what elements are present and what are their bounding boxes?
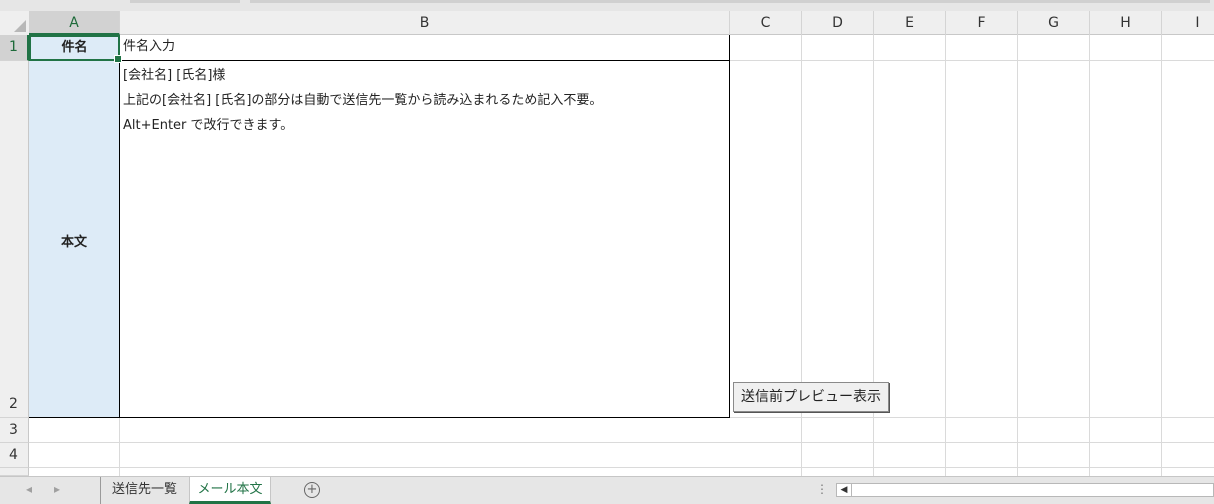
gridline [1017,35,1018,476]
sheet-tab-bar: ◂ ▸ 送信先一覧 メール本文 + ⋮ ◀ [0,476,1214,504]
column-header-h[interactable]: H [1090,11,1162,35]
scroll-tabs-right-icon[interactable]: ▸ [54,482,60,496]
sheet-tab-mail-body[interactable]: メール本文 [189,477,271,504]
scroll-tabs-left-icon[interactable]: ◂ [26,482,32,496]
column-header-d[interactable]: D [802,11,874,35]
cell-a2-body-label[interactable]: 本文 [29,61,120,418]
body-line: Alt+Enter で改行できます。 [123,118,294,133]
row-header-5[interactable] [0,468,29,476]
gridline [1089,35,1090,476]
gridline [730,417,1214,418]
gridline [1161,35,1162,476]
cell-a2-text: 本文 [60,235,87,250]
add-sheet-icon[interactable]: + [304,482,320,498]
column-header-f[interactable]: F [946,11,1018,35]
column-header-g[interactable]: G [1018,11,1090,35]
column-header-a[interactable]: A [29,11,120,35]
select-all-corner[interactable] [0,11,30,35]
column-header-b[interactable]: B [120,11,730,35]
row-header-3[interactable]: 3 [0,418,29,443]
gridline [29,442,1214,443]
horizontal-scrollbar[interactable]: ◀ [836,483,1214,497]
column-header-i[interactable]: I [1162,11,1214,35]
column-header-bar: A B C D E F G H I [0,11,1214,35]
scroll-left-icon[interactable]: ◀ [837,484,852,496]
row-header-1[interactable]: 1 [0,35,29,61]
splitter-handle-icon[interactable]: ⋮ [816,482,828,496]
column-header-e[interactable]: E [874,11,946,35]
gridline [29,467,1214,468]
body-line: 上記の[会社名] [氏名]の部分は自動で送信先一覧から読み込まれるため記入不要。 [123,93,603,108]
gridline [730,60,1214,61]
cell-a1-subject-label[interactable]: 件名 [29,35,122,63]
ribbon-edge [0,0,1214,11]
preview-before-send-button[interactable]: 送信前プレビュー表示 [733,382,889,412]
cell-b1-subject[interactable]: 件名入力 [119,35,730,61]
select-all-icon [14,20,26,32]
cell-b2-body[interactable]: [会社名] [氏名]様 上記の[会社名] [氏名]の部分は自動で送信先一覧から読… [119,61,730,418]
fill-handle[interactable] [114,55,122,63]
row-header-4[interactable]: 4 [0,443,29,468]
column-header-c[interactable]: C [730,11,802,35]
row-header-2[interactable]: 2 [0,61,29,418]
body-line: [会社名] [氏名]様 [123,68,226,83]
formula-bar-edge [130,0,240,3]
cell-a1-text: 件名 [61,40,88,55]
sheet-tab-recipients[interactable]: 送信先一覧 [100,477,188,504]
gridline [945,35,946,476]
formula-bar-edge [250,0,1210,3]
